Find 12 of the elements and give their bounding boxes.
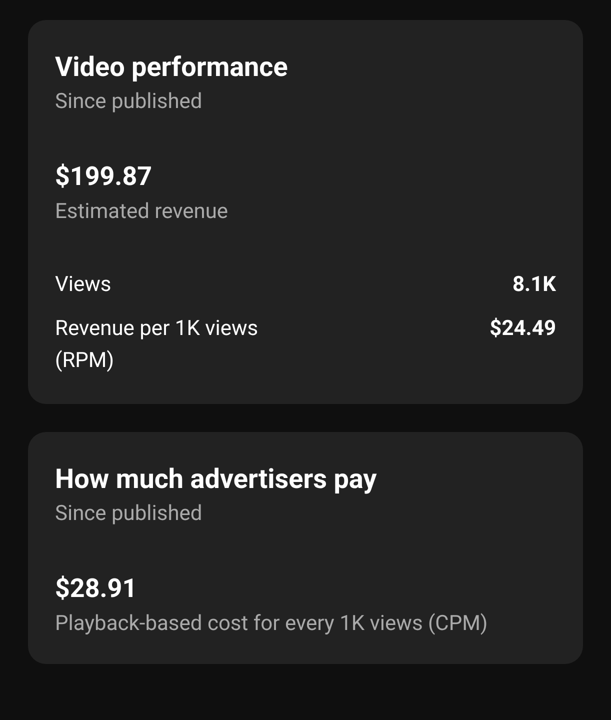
card-subtitle: Since published (55, 501, 204, 527)
amount: $28.91 (55, 573, 138, 605)
metric-label: Revenue per 1K views (RPM) (55, 316, 260, 375)
card-title: Video performance (55, 51, 289, 83)
card-title: How much advertisers pay (55, 463, 378, 495)
card-subtitle: Since published (55, 89, 204, 115)
amount-label: Playback-based cost for every 1K views (CPM) (55, 611, 489, 637)
amount: $199.87 (55, 161, 154, 193)
metric-label: Views (55, 272, 112, 299)
metric-value: $24.49 (490, 316, 556, 343)
amount-label: Estimated revenue (55, 199, 230, 225)
metric-value: 8.1K (512, 272, 556, 299)
